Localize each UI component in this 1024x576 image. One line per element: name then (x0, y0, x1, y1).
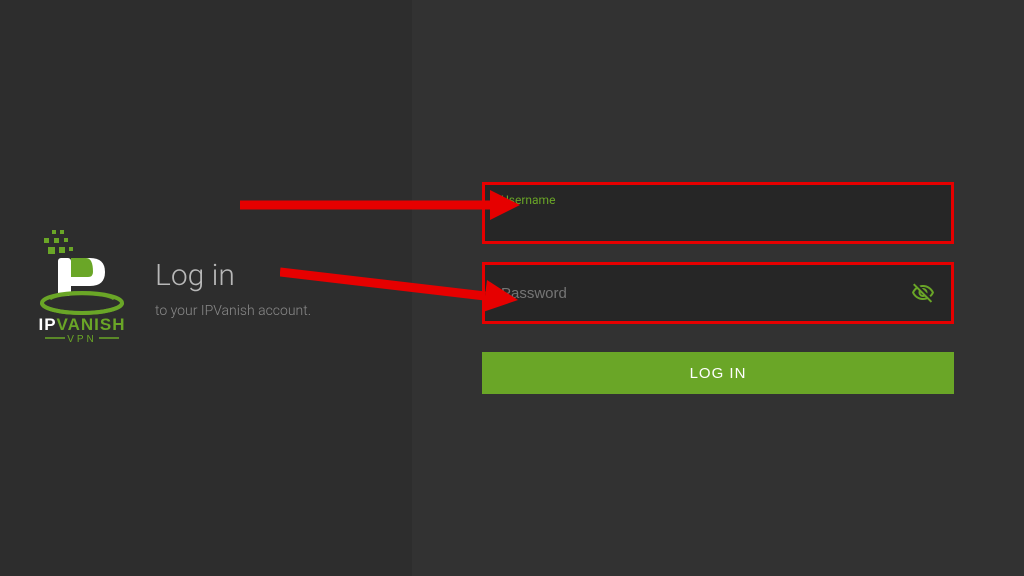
brand-vpn: VPN (67, 334, 97, 345)
left-panel: IPVANISH VPN Log in to your IPVanish acc… (0, 0, 412, 576)
username-label: Username (501, 193, 555, 207)
svg-text:IPVANISH: IPVANISH (38, 315, 125, 334)
ipvanish-logo-icon: IPVANISH VPN (30, 228, 135, 348)
login-screen: IPVANISH VPN Log in to your IPVanish acc… (0, 0, 1024, 576)
heading-block: Log in to your IPVanish account. (155, 258, 311, 319)
brand-ip: IP (38, 315, 56, 334)
brand-vanish: VANISH (57, 315, 126, 334)
username-input[interactable] (501, 209, 935, 226)
login-subtitle: to your IPVanish account. (155, 303, 311, 319)
eye-off-icon[interactable] (911, 281, 935, 305)
logo-block: IPVANISH VPN Log in to your IPVanish acc… (30, 228, 311, 348)
login-button[interactable]: LOG IN (482, 352, 954, 394)
password-input[interactable] (501, 285, 911, 302)
login-title: Log in (155, 258, 311, 293)
password-field-wrapper[interactable] (482, 262, 954, 324)
right-panel: Username LOG IN (412, 0, 1024, 576)
username-field-wrapper[interactable]: Username (482, 182, 954, 244)
